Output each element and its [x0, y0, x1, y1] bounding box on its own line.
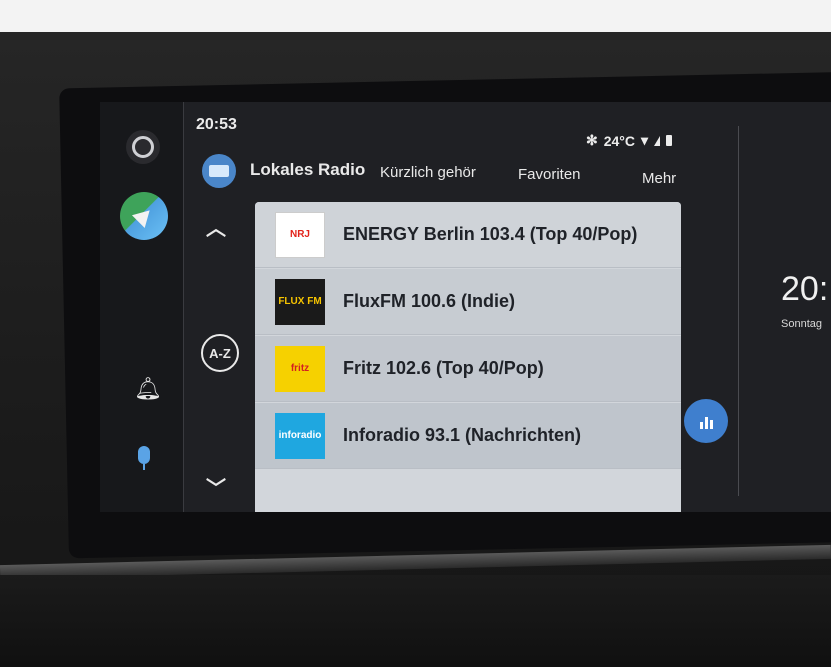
status-bar: ✻ 24°C ▾	[586, 132, 673, 149]
chevron-down-icon[interactable]: ﹀	[206, 472, 226, 501]
chevron-up-icon[interactable]: ︿	[206, 212, 226, 241]
side-day: Sonntag	[781, 318, 822, 330]
list-item[interactable]: FLUX FM FluxFM 100.6 (Indie)	[255, 269, 681, 335]
equalizer-icon[interactable]	[684, 399, 728, 443]
station-name: ENERGY Berlin 103.4 (Top 40/Pop)	[343, 224, 638, 244]
tab-more[interactable]: Mehr	[642, 170, 676, 187]
sun-icon: ✻	[586, 132, 598, 148]
radio-app-icon	[202, 154, 236, 188]
station-list: NRJ ENERGY Berlin 103.4 (Top 40/Pop) FLU…	[255, 202, 681, 512]
station-name: Fritz 102.6 (Top 40/Pop)	[343, 358, 544, 378]
a-z-button[interactable]: A-Z	[201, 334, 239, 372]
android-auto-screen: 🔔︎ 20:53 ✻ 24°C ▾ Lokales Radio Kürzlich…	[100, 102, 831, 512]
signal-icon	[654, 135, 661, 146]
status-time: 20:53	[196, 116, 237, 133]
tab-recent[interactable]: Kürzlich gehör	[380, 164, 476, 181]
list-item[interactable]: inforadio Inforadio 93.1 (Nachrichten)	[255, 403, 681, 469]
list-item[interactable]: NRJ ENERGY Berlin 103.4 (Top 40/Pop)	[255, 202, 681, 268]
tab-favorites[interactable]: Favoriten	[518, 166, 581, 183]
energy-logo: NRJ	[275, 211, 325, 258]
side-clock: 20:	[781, 270, 829, 308]
home-circle-icon[interactable]	[126, 130, 160, 164]
maps-icon[interactable]	[120, 192, 168, 240]
battery-icon	[666, 135, 673, 146]
dashboard-lower	[0, 575, 831, 667]
fritz-logo: fritz	[275, 345, 325, 392]
bell-icon[interactable]: 🔔︎	[134, 376, 162, 402]
inforadio-logo: inforadio	[275, 412, 325, 459]
tab-lokales-radio[interactable]: Lokales Radio	[250, 160, 365, 180]
panel-divider	[738, 126, 739, 496]
station-name: FluxFM 100.6 (Indie)	[343, 291, 516, 311]
nav-rail: 🔔︎	[100, 102, 184, 512]
microphone-icon[interactable]	[136, 446, 152, 472]
temperature: 24°C	[603, 132, 636, 149]
list-item[interactable]: fritz Fritz 102.6 (Top 40/Pop)	[255, 336, 681, 402]
fluxfm-logo: FLUX FM	[275, 278, 325, 325]
station-name: Inforadio 93.1 (Nachrichten)	[343, 425, 582, 445]
top-strip	[0, 0, 831, 32]
wifi-icon: ▾	[641, 132, 649, 148]
